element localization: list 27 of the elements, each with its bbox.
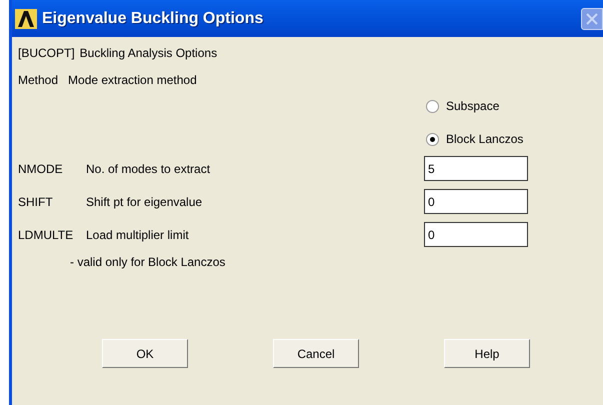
note-text: - valid only for Block Lanczos [70, 254, 226, 271]
field-key: NMODE [18, 160, 86, 178]
radio-option[interactable]: Block Lanczos [426, 129, 597, 149]
input-field[interactable]: 0 [424, 222, 528, 247]
field-key: SHIFT [18, 192, 86, 210]
dialog-button[interactable]: Cancel [273, 339, 359, 368]
dialog-button[interactable]: OK [102, 339, 188, 368]
field-label: Load multiplier limit [86, 226, 190, 244]
option-key: Method [18, 70, 58, 88]
radio-option[interactable]: Subspace [426, 96, 597, 116]
input-field[interactable]: 0 [424, 189, 528, 214]
close-icon [586, 12, 598, 24]
dialog-heading: Buckling Analysis Options [80, 44, 218, 62]
command-name: [BUCOPT] [18, 44, 75, 62]
field-label: Shift pt for eigenvalue [86, 194, 204, 210]
logo-icon [15, 8, 37, 28]
option-label: Mode extraction method [68, 72, 197, 88]
field-label: No. of modes to extract [86, 160, 212, 178]
radio-label: Subspace [446, 98, 500, 115]
input-field[interactable]: 5 [424, 156, 528, 181]
radio-label: Block Lanczos [446, 131, 524, 148]
field-key: LDMULTE [18, 226, 86, 244]
close-button[interactable] [581, 8, 603, 30]
window-title: Eigenvalue Buckling Options [42, 8, 264, 28]
radio-button[interactable] [426, 100, 439, 112]
dialog-button[interactable]: Help [444, 339, 530, 368]
radio-button[interactable] [426, 132, 439, 146]
